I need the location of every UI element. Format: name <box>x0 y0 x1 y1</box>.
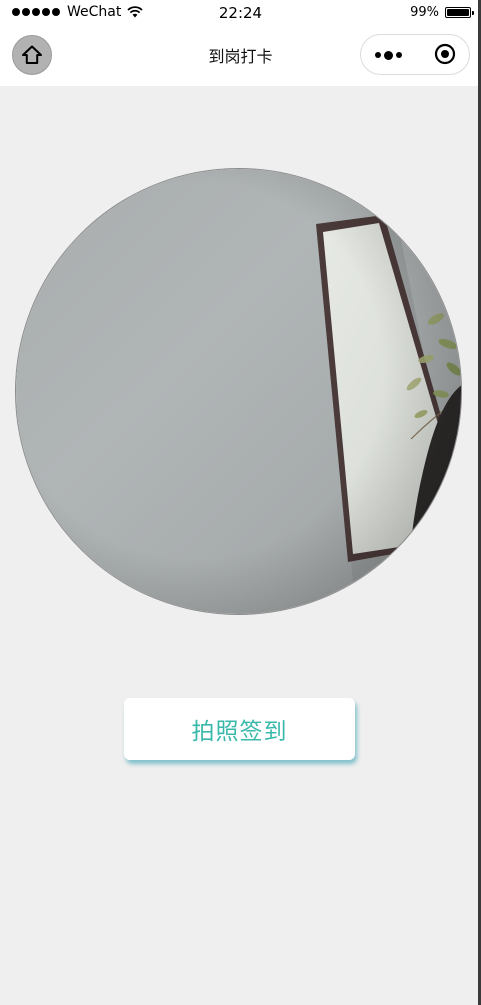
battery-percent: 99% <box>410 5 439 20</box>
more-dots-icon[interactable] <box>375 48 407 62</box>
status-right: 99% <box>410 5 474 20</box>
nav-bar: 到岗打卡 <box>0 28 481 86</box>
battery-icon <box>445 7 474 18</box>
capsule-menu <box>360 34 470 75</box>
status-time: 22:24 <box>218 4 263 22</box>
battery-fill <box>447 9 469 16</box>
camera-image <box>16 169 461 614</box>
photo-sign-in-button[interactable]: 拍照签到 <box>124 698 355 760</box>
status-bar: WeChat 22:24 99% <box>0 0 481 28</box>
target-close-icon[interactable] <box>434 43 456 65</box>
camera-preview <box>15 168 462 615</box>
